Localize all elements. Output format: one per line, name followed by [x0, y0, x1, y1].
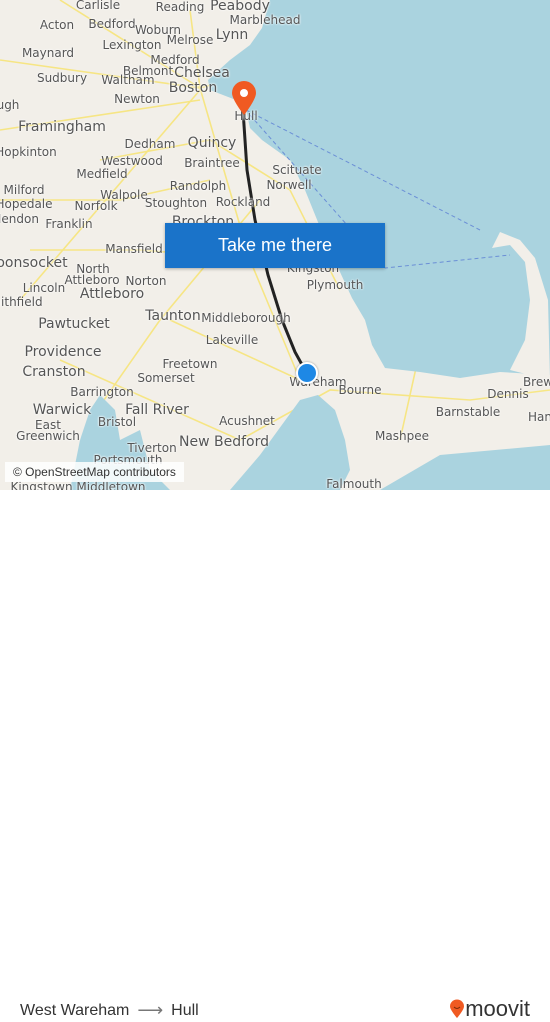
vineyard-sound [380, 445, 550, 490]
town-label: Freetown [162, 357, 218, 371]
town-label: Cranston [22, 364, 86, 380]
town-label: Plymouth [306, 278, 364, 292]
town-label: Taunton [145, 308, 201, 324]
town-label: Chelsea [174, 65, 230, 81]
town-label: Bourne [338, 383, 382, 397]
town-label: Lynn [215, 27, 249, 43]
town-label: Waltham [101, 73, 155, 87]
town-label: Middleborough [201, 311, 291, 325]
town-label: Rockland [215, 195, 271, 209]
town-label: New Bedford [179, 434, 269, 450]
town-label: Lincoln [22, 281, 66, 295]
map[interactable]: Carlisle Reading Peabody Acton Bedford Woburn… [0, 0, 550, 490]
town-label: Reading [155, 0, 205, 14]
brand-name: moovit [465, 996, 530, 1021]
town-label: Greenwich [16, 429, 80, 443]
town-label: Mendon [0, 212, 39, 226]
town-label: Hopedale [0, 197, 53, 211]
town-label: Attleboro [64, 273, 120, 287]
town-label: Acton [39, 18, 75, 32]
town-label: Westwood [101, 154, 163, 168]
map-attribution[interactable]: © OpenStreetMap contributors [5, 462, 184, 482]
destination-name: Hull [171, 1001, 199, 1019]
town-label: Bedford [88, 17, 136, 31]
town-label: Somerset [137, 371, 195, 385]
origin-marker[interactable] [296, 362, 318, 384]
town-label: Braintree [184, 156, 240, 170]
town-label: Bristol [97, 415, 137, 429]
town-label: Mansfield [105, 242, 163, 256]
town-label: Barrington [70, 385, 134, 399]
town-label: Barnstable [435, 405, 501, 419]
town-label: Pawtucket [38, 316, 110, 332]
town-label: Newton [114, 92, 160, 106]
town-label: Warwick [32, 402, 92, 418]
town-label: Providence [24, 344, 102, 360]
town-label: Medfield [76, 167, 128, 181]
town-label: Hopkinton [0, 145, 57, 159]
town-label: Mashpee [375, 429, 429, 443]
town-label: Marblehead [229, 13, 301, 27]
town-label: Milford [3, 183, 45, 197]
town-label: ugh [0, 98, 20, 112]
moovit-pin-icon [450, 999, 465, 1018]
town-label: Framingham [18, 119, 106, 135]
town-label: oonsocket [0, 255, 68, 271]
town-label: Dennis [487, 387, 529, 401]
town-label: Lexington [102, 38, 162, 52]
destination-pin-icon[interactable] [230, 80, 258, 116]
route-summary: West Wareham ⟶ Hull [20, 1000, 199, 1021]
moovit-logo[interactable]: moovit [449, 996, 530, 1022]
town-label: Norwell [266, 178, 312, 192]
town-label: Maynard [21, 46, 75, 60]
town-label: Franklin [45, 217, 93, 231]
town-label: Boston [168, 80, 218, 96]
footer: West Wareham ⟶ Hull moovit [0, 490, 550, 1021]
town-label: Stoughton [144, 196, 208, 210]
town-label: Norfolk [74, 199, 118, 213]
town-label: Sudbury [36, 71, 88, 85]
origin-name: West Wareham [20, 1001, 130, 1019]
town-label: Scituate [272, 163, 322, 177]
town-label: Dedham [124, 137, 176, 151]
town-label: Randolph [169, 179, 227, 193]
town-label: Melrose [166, 33, 214, 47]
town-label: Attleboro [79, 286, 145, 302]
town-label: Lakeville [205, 333, 259, 347]
town-label: Peabody [210, 0, 270, 14]
town-label: nithfield [0, 295, 43, 309]
arrow-right-icon: ⟶ [137, 1000, 164, 1020]
town-label: Falmouth [326, 477, 382, 490]
town-label: Carlisle [75, 0, 121, 12]
town-label: Quincy [187, 135, 237, 151]
town-label: Acushnet [219, 414, 275, 428]
take-me-there-button[interactable]: Take me there [165, 223, 385, 268]
town-label: Han [528, 410, 550, 424]
